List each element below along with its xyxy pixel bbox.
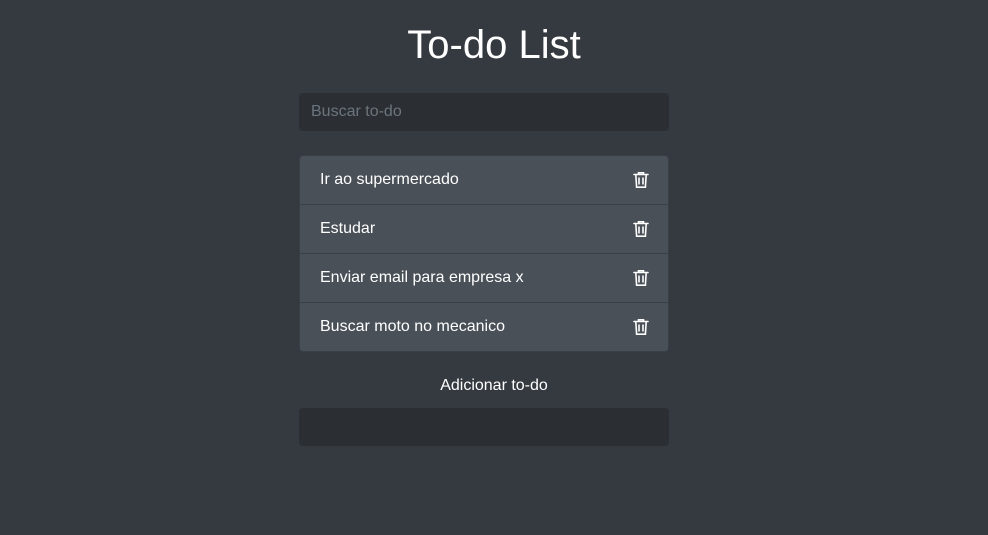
add-todo-label: Adicionar to-do (440, 377, 548, 394)
todo-app: To-do List Ir ao supermercado Estudar (0, 0, 988, 535)
todo-text: Estudar (320, 220, 376, 237)
todo-text: Enviar email para empresa x (320, 269, 524, 286)
list-item: Enviar email para empresa x (300, 254, 668, 303)
search-input[interactable] (299, 93, 669, 131)
todo-text: Ir ao supermercado (320, 171, 459, 188)
add-todo-input[interactable] (299, 408, 669, 446)
list-item: Ir ao supermercado (300, 156, 668, 205)
trash-icon[interactable] (633, 269, 649, 287)
list-item: Buscar moto no mecanico (300, 303, 668, 351)
page-title: To-do List (407, 23, 581, 67)
trash-icon[interactable] (633, 220, 649, 238)
trash-icon[interactable] (633, 318, 649, 336)
trash-icon[interactable] (633, 171, 649, 189)
todo-text: Buscar moto no mecanico (320, 318, 505, 335)
list-item: Estudar (300, 205, 668, 254)
todo-list: Ir ao supermercado Estudar Enviar email … (299, 155, 669, 352)
